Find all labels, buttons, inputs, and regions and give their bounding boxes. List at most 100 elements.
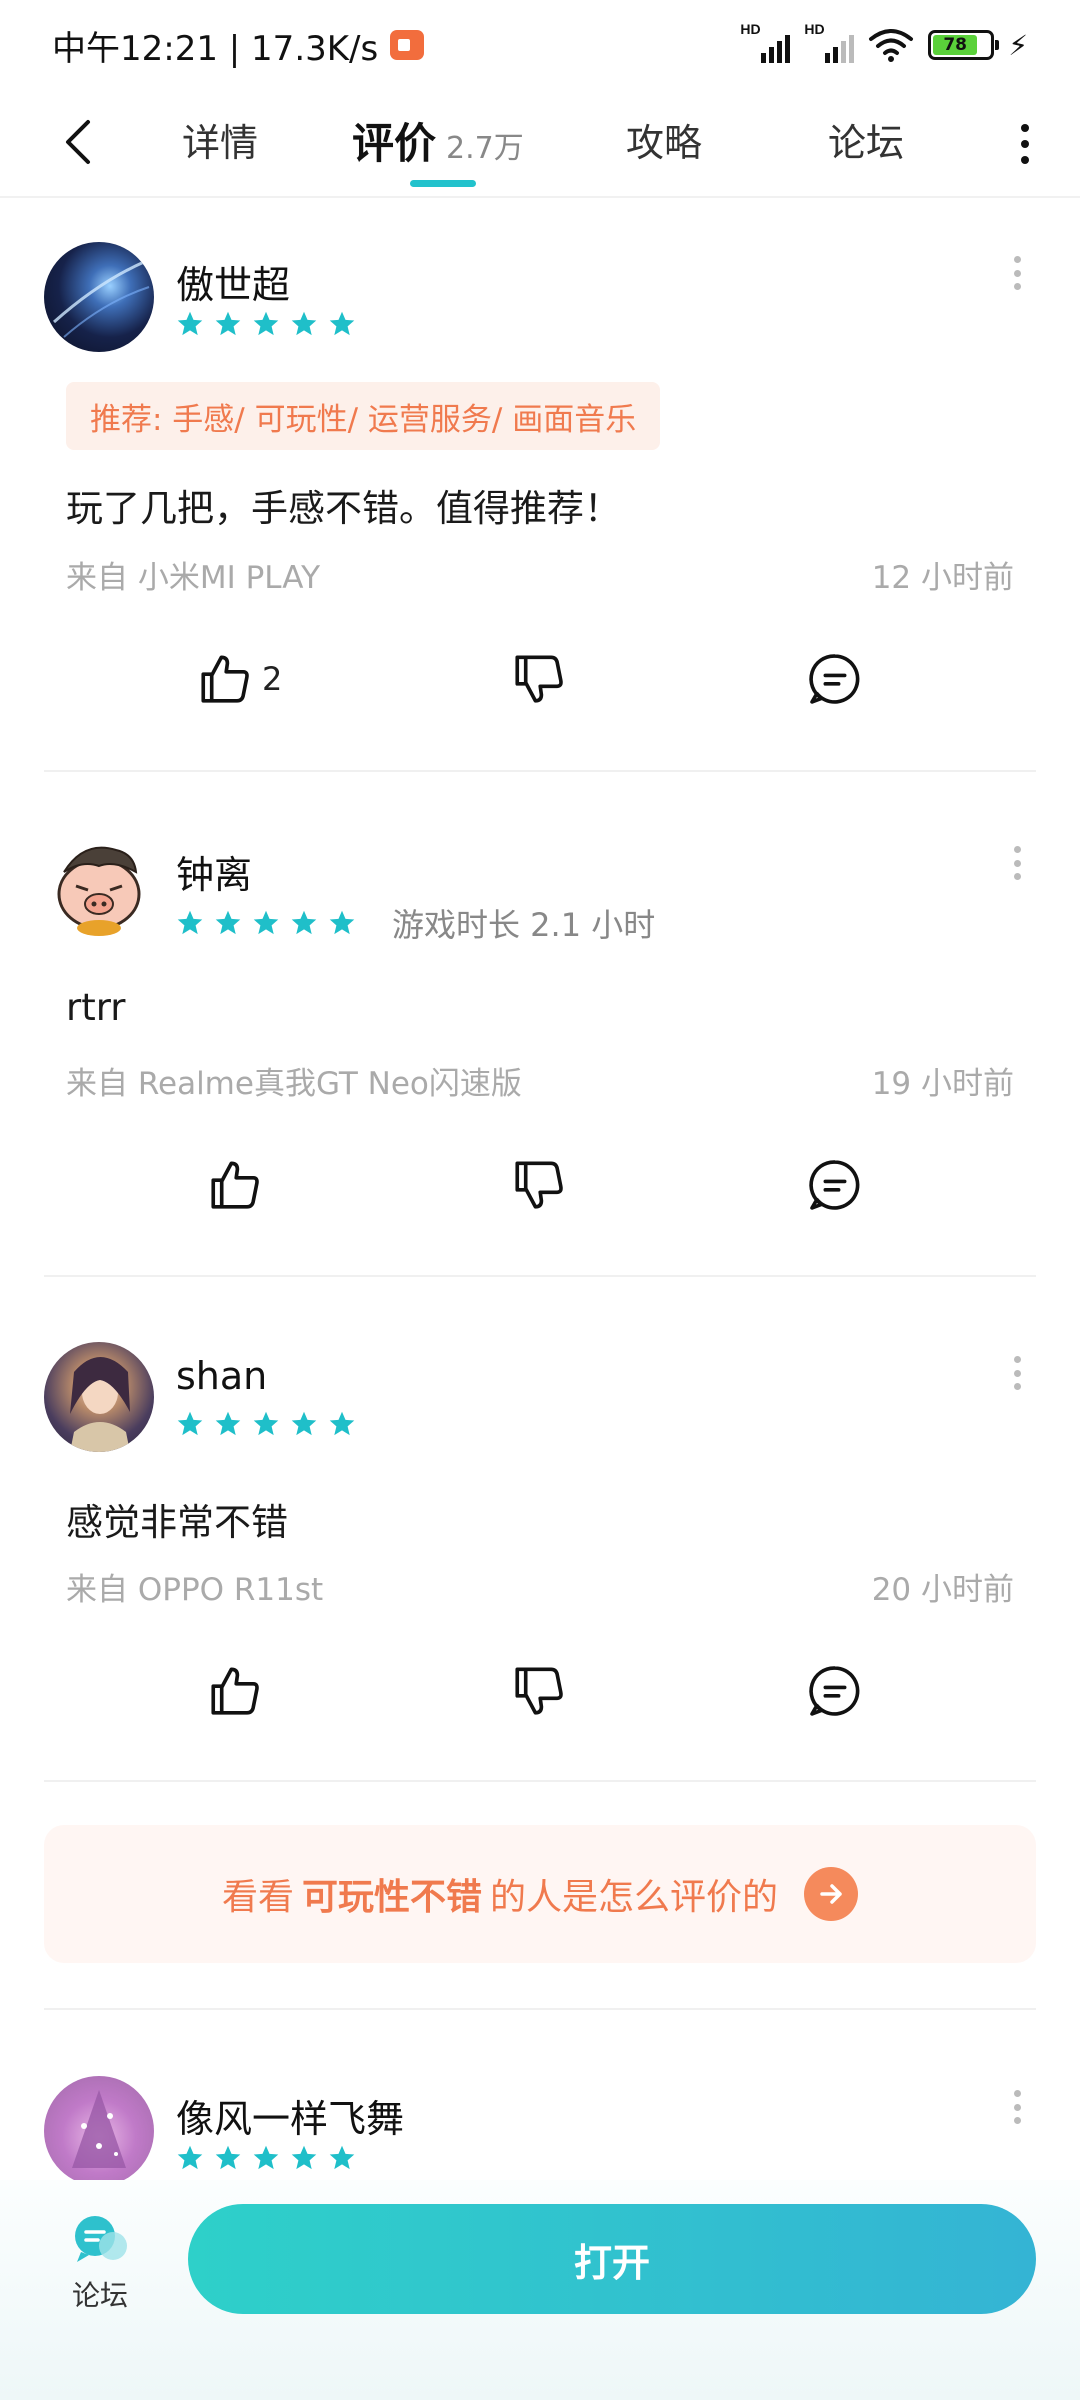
tab-details[interactable]: 详情 [182,112,258,167]
star-icon [253,2145,279,2170]
like-button[interactable] [206,1156,264,1214]
forum-label: 论坛 [71,2279,128,2312]
review-card: 傲世超 推荐: 手感/ 可玩性/ 运营服务/ 画面音乐 玩了几把，手感不错。值得… [0,242,1080,722]
star-icon [215,1411,241,1436]
star-icon [329,910,355,935]
promo-suffix: 的人是怎么评价的 [490,1877,779,1918]
review-card: shan 感觉非常不错 来自 OPPO R11st 20 小时前 [0,1342,1080,1762]
tab-forum[interactable]: 论坛 [828,112,904,167]
review-text[interactable]: 玩了几把，手感不错。值得推荐！ [66,478,621,532]
thumbs-down-icon [515,1161,563,1209]
star-icon [291,2145,317,2170]
star-icon [177,910,203,935]
star-icon [177,311,203,336]
star-rating [176,310,356,338]
charging-icon: ⚡ [1008,28,1028,62]
dislike-button[interactable] [510,1662,568,1720]
star-icon [215,2145,241,2170]
review-more-icon[interactable] [1010,2090,1024,2124]
review-more-icon[interactable] [1010,256,1024,290]
review-card: 钟离 游戏时长 2.1 小时 rtrr 来自 Realme真我GT Neo闪速版… [0,832,1080,1252]
thumbs-down-icon [515,655,563,703]
thumbs-up-icon [211,1161,259,1209]
username[interactable]: 傲世超 [176,254,290,309]
tab-reviews[interactable]: 评价 2.7万 [352,110,524,171]
screen-record-icon [390,30,425,60]
hd-label-2: HD [804,21,825,37]
comment-button[interactable] [806,1662,864,1720]
review-meta: 来自 OPPO R11st 20 小时前 [66,1564,1014,1609]
open-button[interactable]: 打开 [188,2204,1036,2314]
divider [44,2008,1036,2010]
dislike-button[interactable] [510,650,568,708]
status-bar: 中午12:21 | 17.3K/s HD HD 78 ⚡ [0,0,1080,90]
comment-icon [809,1666,860,1716]
review-actions [0,1156,1080,1226]
review-text[interactable]: rtrr [66,986,126,1029]
avatar[interactable] [44,1342,154,1452]
review-text[interactable]: 感觉非常不错 [66,1492,288,1546]
review-actions [0,1662,1080,1732]
like-button[interactable] [206,1662,264,1720]
wifi-icon [869,29,914,62]
star-icon [177,2145,203,2170]
thumbs-up-icon [201,655,249,703]
tab-reviews-label: 评价 [352,119,437,168]
star-icon [291,311,317,336]
like-count: 2 [262,660,283,698]
review-count: 2.7万 [446,131,524,166]
star-icon [253,1411,279,1436]
divider [44,1780,1036,1782]
comment-icon [809,1160,860,1210]
comment-button[interactable] [806,650,864,708]
more-options-icon[interactable] [1010,118,1040,170]
back-arrow-icon[interactable] [50,112,110,172]
review-card: 像风一样飞舞 [0,2076,1080,2196]
avatar[interactable] [44,2076,154,2186]
star-icon [253,311,279,336]
bottom-action-bar: 论坛 打开 [0,2180,1080,2400]
star-icon [329,311,355,336]
top-nav: 详情 评价 2.7万 攻略 论坛 [0,90,1080,198]
status-left: 中午12:21 | 17.3K/s [52,21,425,70]
avatar[interactable] [44,832,154,942]
dislike-button[interactable] [510,1156,568,1214]
review-time: 19 小时前 [871,1066,1014,1102]
forum-chat-icon [75,2216,127,2262]
review-more-icon[interactable] [1010,1356,1024,1390]
arrow-right-icon [804,1867,859,1921]
star-icon [329,1411,355,1436]
avatar[interactable] [44,242,154,352]
review-more-icon[interactable] [1010,846,1024,880]
like-button[interactable]: 2 [196,650,282,708]
tab-guides[interactable]: 攻略 [626,112,702,167]
comment-button[interactable] [806,1156,864,1214]
review-time: 12 小时前 [871,560,1014,596]
forum-button[interactable]: 论坛 [60,2212,140,2314]
active-tab-indicator [410,180,476,187]
username[interactable]: 钟离 [176,844,252,899]
divider [44,1275,1036,1277]
promo-prefix: 看看 [221,1877,294,1918]
hd-label: HD [740,21,761,37]
star-icon [253,910,279,935]
username[interactable]: 像风一样飞舞 [176,2088,404,2143]
review-actions: 2 [0,650,1080,720]
status-right: HD HD 78 ⚡ [740,21,1028,63]
promo-banner[interactable]: 看看 可玩性不错 的人是怎么评价的 [44,1825,1036,1963]
divider [44,770,1036,772]
device-source: 来自 Realme真我GT Neo闪速版 [66,1066,522,1102]
promo-highlight: 可玩性不错 [301,1877,482,1918]
device-source: 来自 OPPO R11st [66,1572,324,1608]
star-icon [215,311,241,336]
battery-level: 78 [933,35,977,55]
username[interactable]: shan [176,1354,267,1398]
star-rating [176,1410,356,1438]
review-time: 20 小时前 [871,1572,1014,1608]
star-icon [291,910,317,935]
signal-icon-2: HD [804,21,855,63]
star-icon [329,2145,355,2170]
star-rating: 游戏时长 2.1 小时 [176,900,655,946]
star-icon [215,910,241,935]
comment-icon [809,654,860,704]
